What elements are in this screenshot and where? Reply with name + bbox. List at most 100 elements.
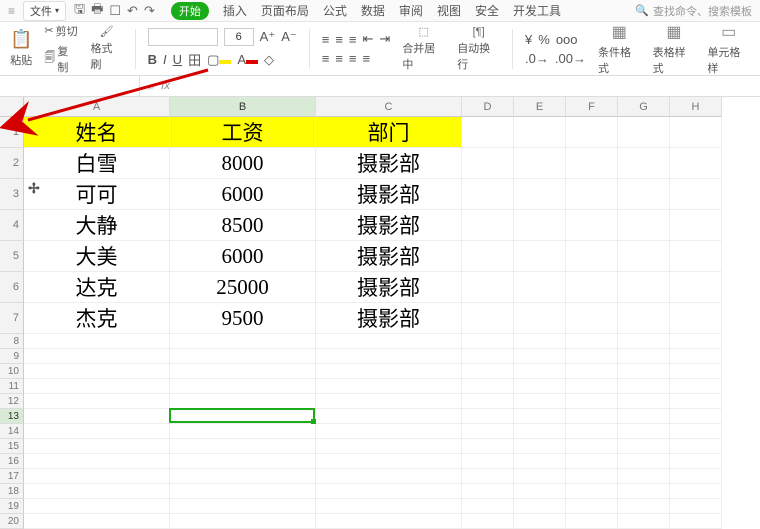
cell-H4[interactable] xyxy=(670,210,722,241)
cell-C9[interactable] xyxy=(316,349,462,364)
merge-center-button[interactable]: ⬚ 合并居中 xyxy=(402,25,445,72)
paste-button[interactable]: 📋 粘贴 xyxy=(10,29,32,68)
cell-D8[interactable] xyxy=(462,334,514,349)
cell-A12[interactable] xyxy=(24,394,170,409)
cell-H10[interactable] xyxy=(670,364,722,379)
font-size-select[interactable]: 6 xyxy=(224,28,254,46)
cell-C14[interactable] xyxy=(316,424,462,439)
cell-D2[interactable] xyxy=(462,148,514,179)
cell-F13[interactable] xyxy=(566,409,618,424)
bold-button[interactable]: B xyxy=(148,52,157,67)
cell-C10[interactable] xyxy=(316,364,462,379)
column-header-E[interactable]: E xyxy=(514,97,566,117)
cell-E10[interactable] xyxy=(514,364,566,379)
column-header-H[interactable]: H xyxy=(670,97,722,117)
row-header-20[interactable]: 20 xyxy=(0,514,24,529)
copy-button[interactable]: 🗐 复制 xyxy=(44,43,78,75)
cell-A18[interactable] xyxy=(24,484,170,499)
cell-E8[interactable] xyxy=(514,334,566,349)
cell-F17[interactable] xyxy=(566,469,618,484)
undo-icon[interactable]: ↶ xyxy=(127,3,138,19)
row-header-19[interactable]: 19 xyxy=(0,499,24,514)
column-header-G[interactable]: G xyxy=(618,97,670,117)
cell-G19[interactable] xyxy=(618,499,670,514)
dec-decimal-button[interactable]: .00→ xyxy=(555,51,586,66)
cell-H16[interactable] xyxy=(670,454,722,469)
cell-E17[interactable] xyxy=(514,469,566,484)
cell-E16[interactable] xyxy=(514,454,566,469)
cell-E4[interactable] xyxy=(514,210,566,241)
cell-B8[interactable] xyxy=(170,334,316,349)
cell-B15[interactable] xyxy=(170,439,316,454)
name-box[interactable] xyxy=(0,76,140,96)
cell-H19[interactable] xyxy=(670,499,722,514)
cell-A7[interactable]: 杰克 xyxy=(24,303,170,334)
cell-C20[interactable] xyxy=(316,514,462,529)
cell-A17[interactable] xyxy=(24,469,170,484)
cell-A19[interactable] xyxy=(24,499,170,514)
row-header-7[interactable]: 7 xyxy=(0,303,24,334)
row-header-17[interactable]: 17 xyxy=(0,469,24,484)
cell-E15[interactable] xyxy=(514,439,566,454)
row-header-14[interactable]: 14 xyxy=(0,424,24,439)
cell-A1[interactable]: 姓名 xyxy=(24,117,170,148)
cell-D12[interactable] xyxy=(462,394,514,409)
magnify-icon[interactable]: ⌕ xyxy=(148,78,155,94)
underline-button[interactable]: U xyxy=(173,52,182,67)
cell-B13[interactable] xyxy=(170,409,316,424)
cell-D5[interactable] xyxy=(462,241,514,272)
cell-B1[interactable]: 工资 xyxy=(170,117,316,148)
cell-E19[interactable] xyxy=(514,499,566,514)
cell-G16[interactable] xyxy=(618,454,670,469)
cell-B3[interactable]: 6000 xyxy=(170,179,316,210)
tab-dev[interactable]: 开发工具 xyxy=(513,2,561,19)
cell-F7[interactable] xyxy=(566,303,618,334)
align-top-icon[interactable]: ≡ xyxy=(322,32,330,47)
cell-F10[interactable] xyxy=(566,364,618,379)
increase-font-icon[interactable]: A⁺ xyxy=(260,29,276,45)
row-header-18[interactable]: 18 xyxy=(0,484,24,499)
preview-icon[interactable]: ☐ xyxy=(109,3,121,19)
row-header-16[interactable]: 16 xyxy=(0,454,24,469)
cell-C19[interactable] xyxy=(316,499,462,514)
cell-E5[interactable] xyxy=(514,241,566,272)
cell-B14[interactable] xyxy=(170,424,316,439)
cell-A13[interactable] xyxy=(24,409,170,424)
cell-F16[interactable] xyxy=(566,454,618,469)
hamburger-icon[interactable]: ≡ xyxy=(8,4,15,18)
indent-increase-icon[interactable]: ⇥ xyxy=(379,31,390,47)
cell-A8[interactable] xyxy=(24,334,170,349)
cell-C6[interactable]: 摄影部 xyxy=(316,272,462,303)
table-style-button[interactable]: ▦ 表格样式 xyxy=(653,22,696,76)
cell-F6[interactable] xyxy=(566,272,618,303)
cell-D18[interactable] xyxy=(462,484,514,499)
row-header-6[interactable]: 6 xyxy=(0,272,24,303)
cell-E20[interactable] xyxy=(514,514,566,529)
cell-B18[interactable] xyxy=(170,484,316,499)
cell-F8[interactable] xyxy=(566,334,618,349)
cell-H2[interactable] xyxy=(670,148,722,179)
tab-insert[interactable]: 插入 xyxy=(223,2,247,19)
cell-E3[interactable] xyxy=(514,179,566,210)
cell-F15[interactable] xyxy=(566,439,618,454)
cell-G18[interactable] xyxy=(618,484,670,499)
tab-start[interactable]: 开始 xyxy=(171,2,209,20)
cell-G10[interactable] xyxy=(618,364,670,379)
currency-button[interactable]: ¥ xyxy=(525,32,532,47)
cell-G7[interactable] xyxy=(618,303,670,334)
select-all-corner[interactable] xyxy=(0,97,24,117)
tab-security[interactable]: 安全 xyxy=(475,2,499,19)
cell-G15[interactable] xyxy=(618,439,670,454)
row-header-1[interactable]: 1 xyxy=(0,117,24,148)
cell-D6[interactable] xyxy=(462,272,514,303)
cell-C13[interactable] xyxy=(316,409,462,424)
cell-G20[interactable] xyxy=(618,514,670,529)
cell-A3[interactable]: 可可 xyxy=(24,179,170,210)
cell-C3[interactable]: 摄影部 xyxy=(316,179,462,210)
italic-button[interactable]: I xyxy=(163,52,167,67)
cell-E12[interactable] xyxy=(514,394,566,409)
cell-E2[interactable] xyxy=(514,148,566,179)
align-right-icon[interactable]: ≡ xyxy=(349,51,357,66)
column-header-F[interactable]: F xyxy=(566,97,618,117)
cell-A6[interactable]: 达克 xyxy=(24,272,170,303)
